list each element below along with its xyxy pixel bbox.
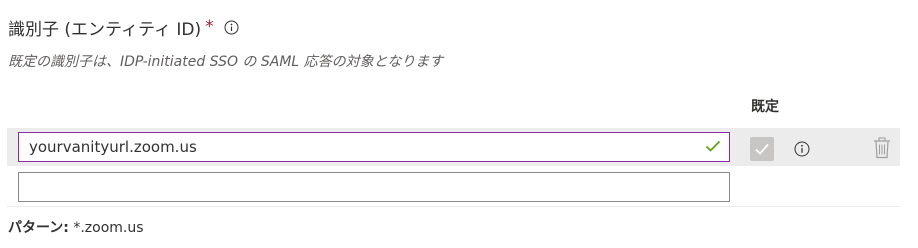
info-icon[interactable] bbox=[224, 20, 239, 35]
default-column-header: 既定 bbox=[751, 99, 779, 115]
required-indicator: * bbox=[205, 17, 214, 37]
identifier-input[interactable]: yourvanityurl.zoom.us bbox=[18, 132, 730, 162]
field-description: 既定の識別子は、IDP-initiated SSO の SAML 応答の対象とな… bbox=[8, 54, 444, 70]
field-title-row: 識別子 (エンティティ ID) * bbox=[8, 13, 239, 41]
checkbox-checkmark-icon bbox=[755, 143, 769, 155]
identifier-input-value: yourvanityurl.zoom.us bbox=[29, 138, 197, 156]
field-title: 識別子 (エンティティ ID) bbox=[8, 19, 202, 40]
pattern-hint: パターン: *.zoom.us bbox=[8, 217, 144, 237]
default-checkbox[interactable] bbox=[750, 137, 774, 161]
pattern-label: パターン: bbox=[8, 220, 69, 236]
trash-icon[interactable] bbox=[873, 137, 891, 163]
divider bbox=[7, 206, 900, 207]
new-identifier-input[interactable] bbox=[18, 172, 730, 202]
checkmark-icon bbox=[705, 139, 721, 157]
pattern-value: *.zoom.us bbox=[73, 220, 144, 236]
row-info-icon[interactable] bbox=[794, 141, 810, 161]
